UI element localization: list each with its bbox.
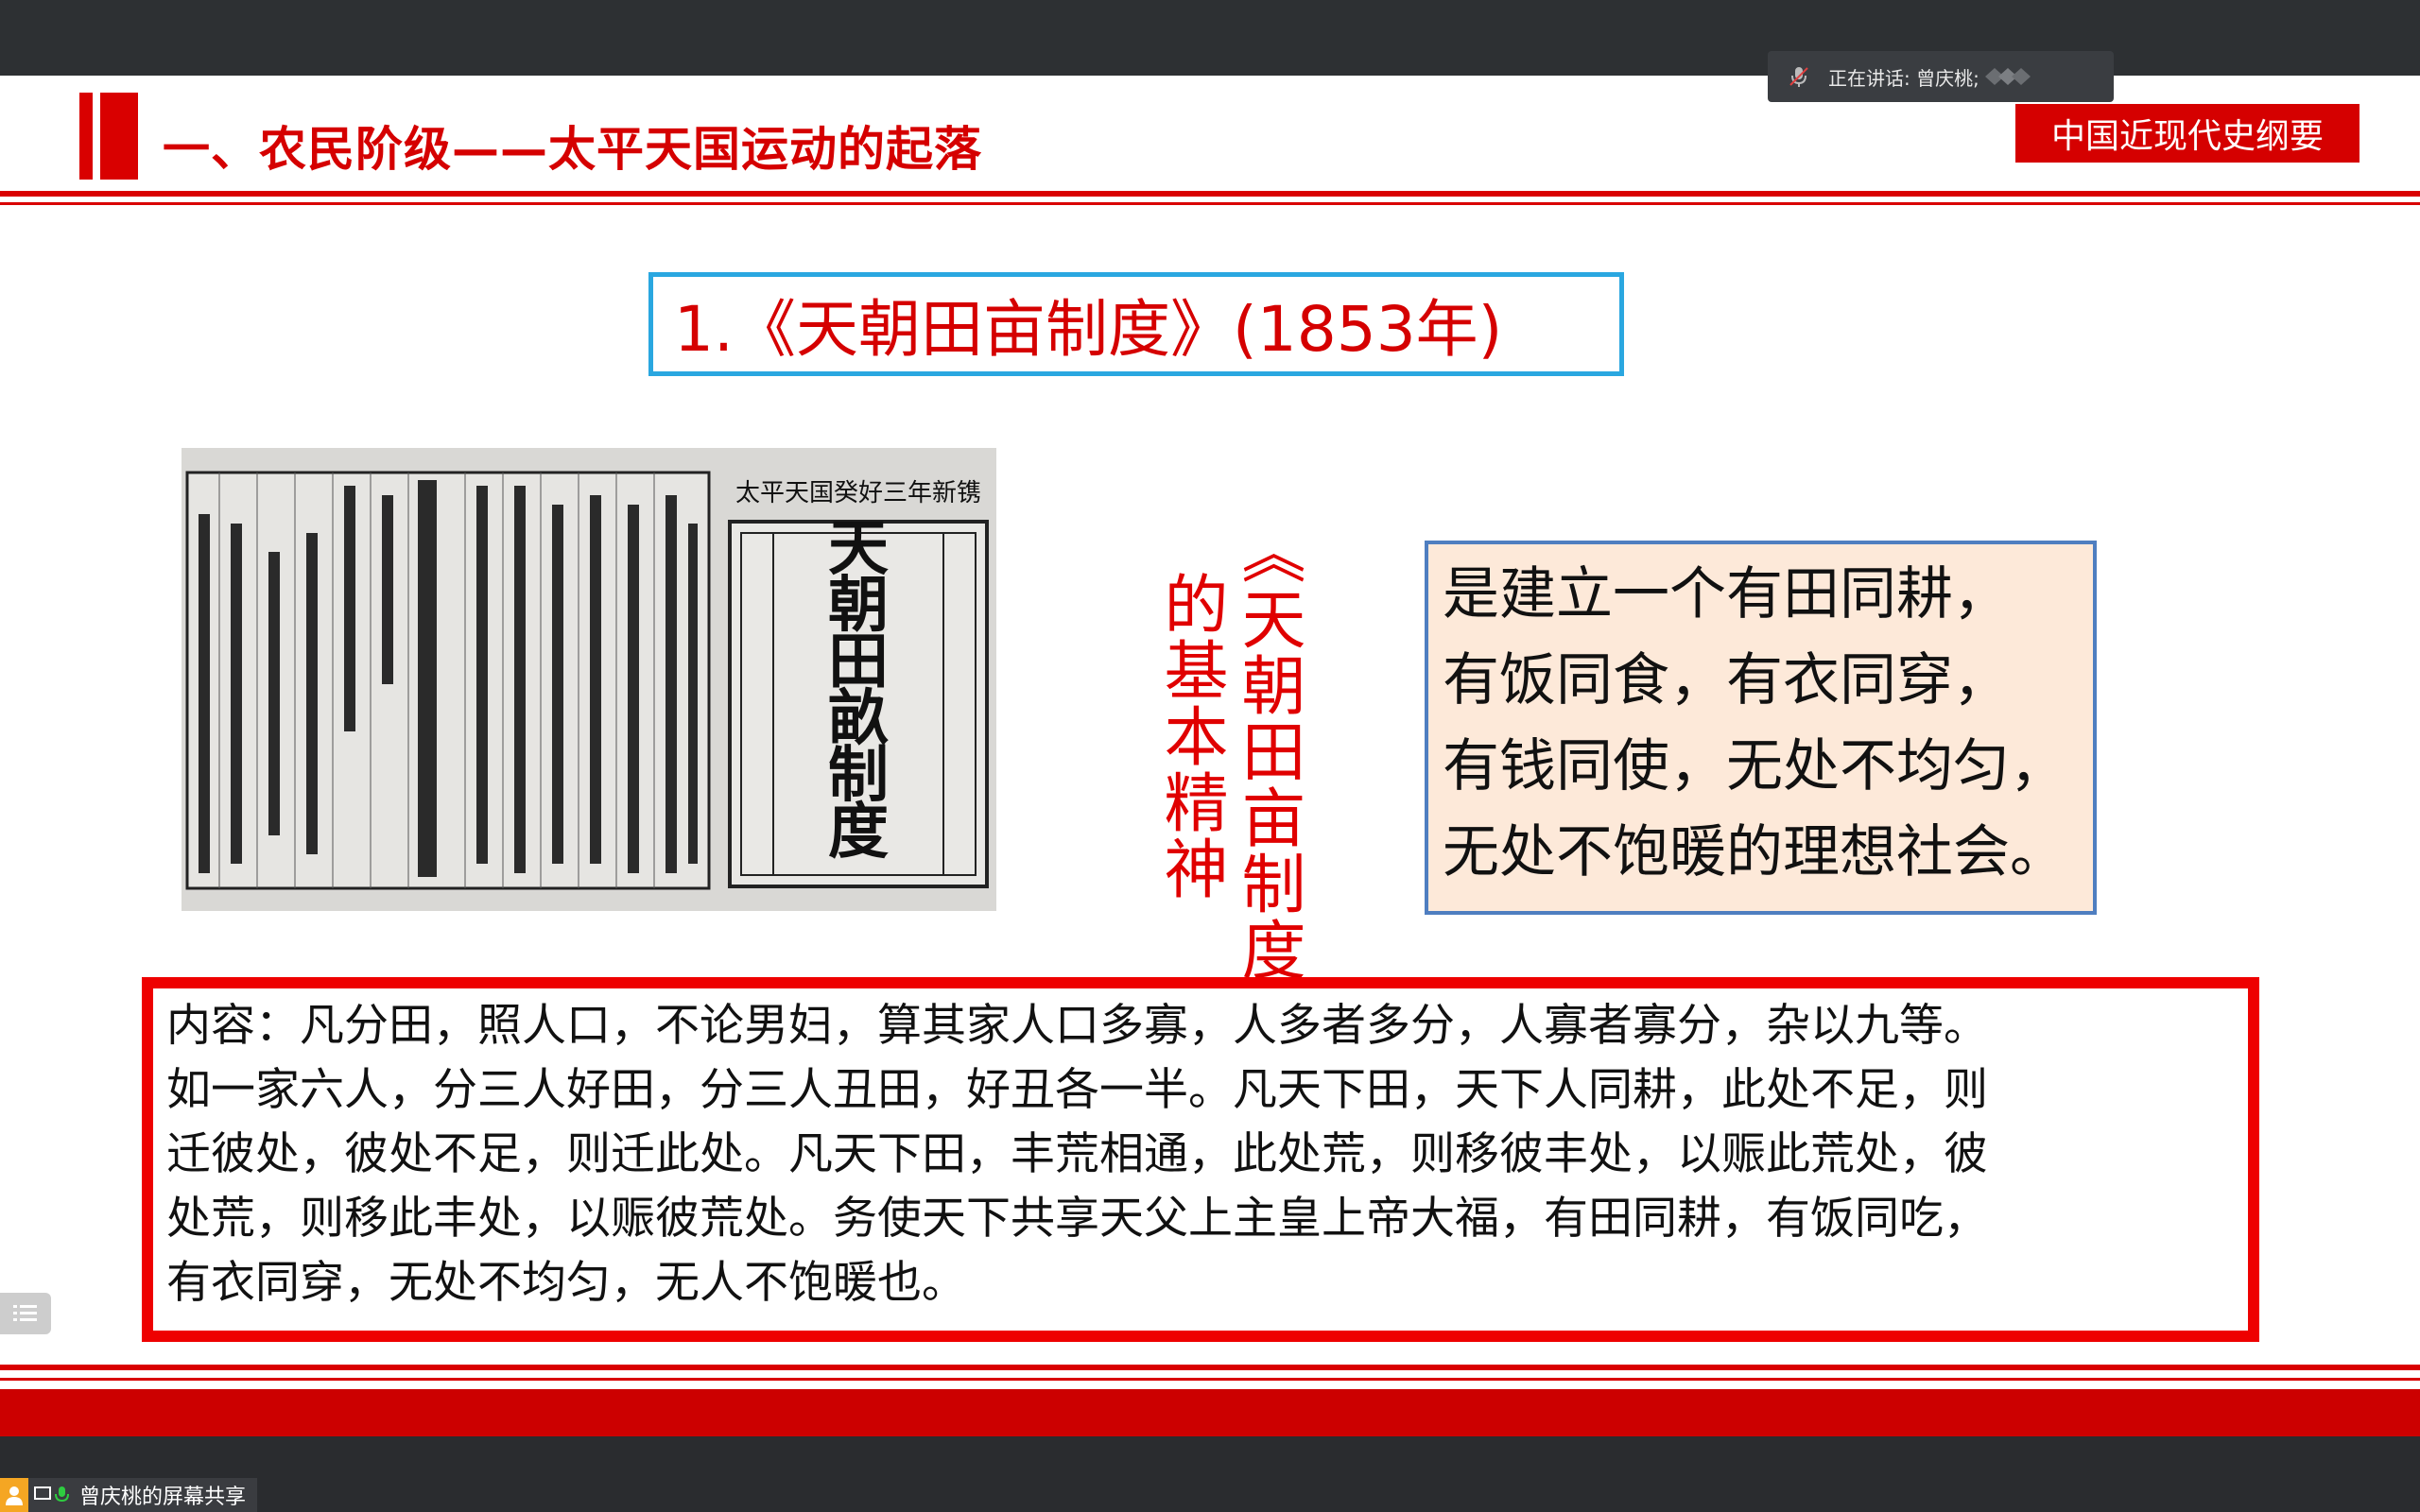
footer-band <box>0 1389 2420 1436</box>
header-divider <box>0 202 2420 205</box>
content-text: 内容：凡分田，照人口，不论男妇，算其家人口多寡，人多者多分，人寡者寡分，杂以九等… <box>166 994 2246 1315</box>
content-line: 处荒，则移此丰处，以赈彼荒处。务使天下共享天父上主皇上帝大福，有田同耕，有饭同吃… <box>166 1193 1988 1245</box>
content-line: 内容：凡分田，照人口，不论男妇，算其家人口多寡，人多者多分，人寡者寡分，杂以九等… <box>166 1000 1988 1052</box>
content-line: 如一家六人，分三人好田，分三人丑田，好丑各一半。凡天下田，天下人同耕，此处不足，… <box>166 1064 1988 1116</box>
speaking-indicator: 正在讲话: 曾庆桃; <box>1768 51 2114 102</box>
header-divider <box>0 191 2420 197</box>
screen-share-label: 曾庆桃的屏幕共享 <box>79 1486 247 1509</box>
content-line: 有衣同穿，无处不均匀，无人不饱暖也。 <box>166 1257 966 1309</box>
content-line: 迁彼处，彼处不足，则迁此处。凡天下田，丰荒相通，此处荒，则移彼丰处，以赈此荒处，… <box>166 1128 1988 1180</box>
slide-header-title: 一、农民阶级——太平天国运动的起落 <box>163 122 982 177</box>
spirit-line: 有饭同食，有衣同穿， <box>1443 647 2010 713</box>
footer-divider <box>0 1378 2420 1381</box>
doc-cover-title: 天朝田畝制度 <box>828 513 889 868</box>
course-badge: 中国近现代史纲要 <box>2015 104 2360 163</box>
vertical-caption-title: 《天朝田亩制度》 <box>1230 520 1305 1049</box>
vertical-caption-spirit: 的基本精神 <box>1152 571 1227 902</box>
meeting-bottom-bar <box>0 1436 2420 1512</box>
spirit-text: 是建立一个有田同耕， 有饭同食，有衣同穿， 有钱同使，无处不均匀， 无处不饱暖的… <box>1443 552 2123 896</box>
header-accent-bar <box>79 93 93 180</box>
audio-wave-icon <box>1985 68 2031 85</box>
user-avatar-icon <box>0 1478 28 1512</box>
header-accent-bar <box>100 93 138 180</box>
slide-list-toggle[interactable] <box>0 1293 51 1334</box>
screen-mic-icon <box>34 1486 69 1503</box>
speaking-label: 正在讲话: 曾庆桃; <box>1828 66 1979 90</box>
spirit-line: 有钱同使，无处不均匀， <box>1443 733 2066 799</box>
slide-canvas: 一、农民阶级——太平天国运动的起落 中国近现代史纲要 1.《天朝田亩制度》(18… <box>0 76 2420 1436</box>
footer-divider <box>0 1365 2420 1370</box>
spirit-line: 是建立一个有田同耕， <box>1443 561 2010 627</box>
spirit-line: 无处不饱暖的理想社会。 <box>1443 819 2066 885</box>
section-title: 1.《天朝田亩制度》(1853年) <box>674 293 1503 366</box>
screen-share-chip[interactable]: 曾庆桃的屏幕共享 <box>0 1478 258 1512</box>
doc-cover-header: 太平天国癸好三年新镌 <box>735 479 981 507</box>
microphone-icon <box>1789 67 1808 87</box>
list-icon <box>13 1305 37 1321</box>
section-title-box: 1.《天朝田亩制度》(1853年) <box>648 272 1624 376</box>
historical-document-image: 太平天国癸好三年新镌 天朝田畝制度 <box>182 448 996 911</box>
